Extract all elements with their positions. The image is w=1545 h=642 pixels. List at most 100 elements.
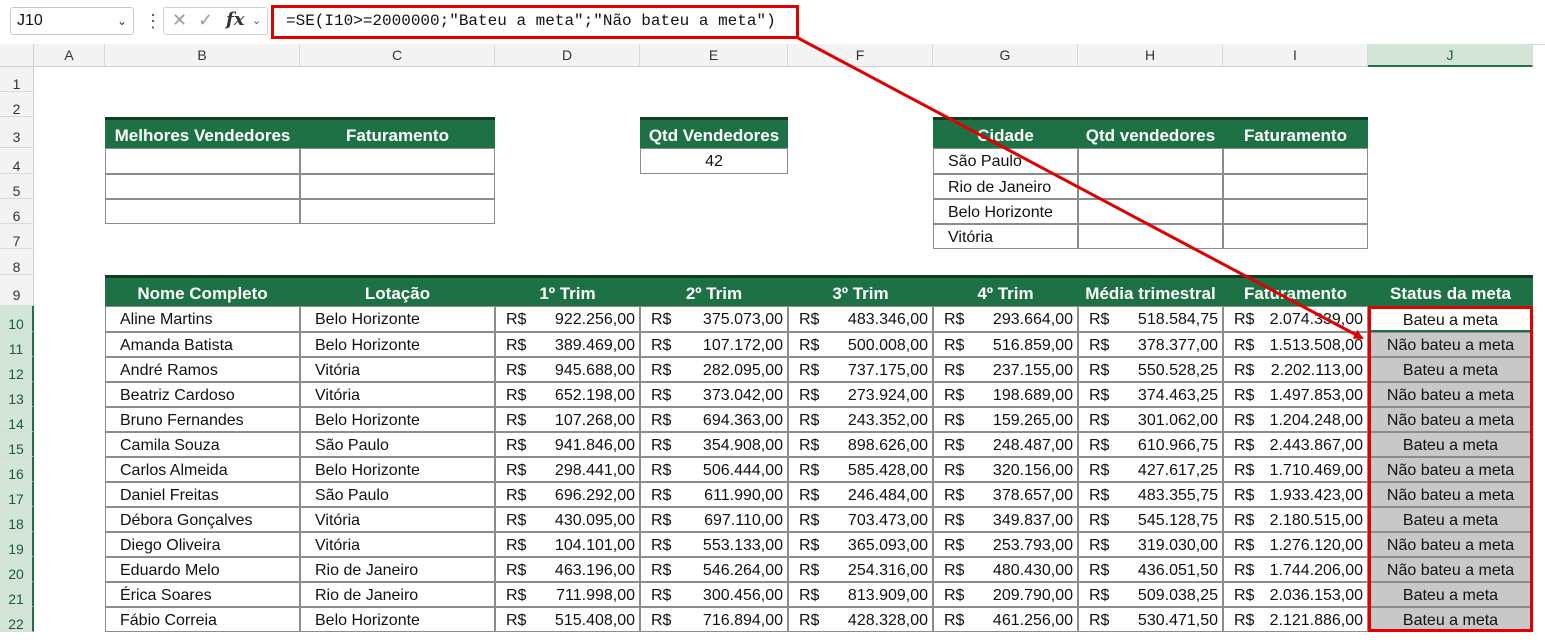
row-header-20[interactable]: 20 <box>0 557 34 582</box>
table-cell-t1[interactable]: R$ 104.101,00 <box>495 532 640 557</box>
main-header-status[interactable]: Status da meta <box>1368 275 1533 306</box>
table-cell-fat[interactable]: R$ 2.074.339,00 <box>1223 306 1368 332</box>
table-cell-status[interactable]: Bateu a meta <box>1368 306 1533 332</box>
column-header-b[interactable]: B <box>105 44 300 67</box>
row-header-19[interactable]: 19 <box>0 532 34 557</box>
best-sellers-cell[interactable] <box>300 148 495 174</box>
table-cell-lotacao[interactable]: São Paulo <box>300 432 495 457</box>
table-cell-t2[interactable]: R$ 697.110,00 <box>640 507 788 532</box>
table-cell-fat[interactable]: R$ 2.036.153,00 <box>1223 582 1368 607</box>
cidades-qtd-cell[interactable] <box>1078 174 1223 199</box>
cidades-qtd-cell[interactable] <box>1078 199 1223 224</box>
table-cell-t1[interactable]: R$ 941.846,00 <box>495 432 640 457</box>
table-cell-t4[interactable]: R$ 237.155,00 <box>933 357 1078 382</box>
table-cell-t1[interactable]: R$ 107.268,00 <box>495 407 640 432</box>
table-cell-nome[interactable]: Camila Souza <box>105 432 300 457</box>
table-cell-t1[interactable]: R$ 922.256,00 <box>495 306 640 332</box>
table-cell-t3[interactable]: R$ 246.484,00 <box>788 482 933 507</box>
formula-input[interactable]: =SE(I10>=2000000;"Bateu a meta";"Não bat… <box>276 7 1536 35</box>
table-cell-t3[interactable]: R$ 254.316,00 <box>788 557 933 582</box>
row-header-6[interactable]: 6 <box>0 199 34 224</box>
table-cell-lotacao[interactable]: Belo Horizonte <box>300 332 495 357</box>
best-sellers-cell[interactable] <box>300 174 495 199</box>
row-header-1[interactable]: 1 <box>0 67 34 92</box>
table-cell-t2[interactable]: R$ 506.444,00 <box>640 457 788 482</box>
table-cell-t1[interactable]: R$ 652.198,00 <box>495 382 640 407</box>
best-sellers-cell[interactable] <box>105 199 300 224</box>
table-cell-lotacao[interactable]: Belo Horizonte <box>300 607 495 632</box>
table-cell-t3[interactable]: R$ 243.352,00 <box>788 407 933 432</box>
table-cell-media[interactable]: R$ 427.617,25 <box>1078 457 1223 482</box>
table-cell-media[interactable]: R$ 545.128,75 <box>1078 507 1223 532</box>
table-cell-fat[interactable]: R$ 1.497.853,00 <box>1223 382 1368 407</box>
main-header-lotacao[interactable]: Lotação <box>300 275 495 306</box>
row-header-13[interactable]: 13 <box>0 382 34 407</box>
row-header-9[interactable]: 9 <box>0 275 34 306</box>
row-header-5[interactable]: 5 <box>0 174 34 199</box>
cidades-revenue-cell[interactable] <box>1223 224 1368 249</box>
main-header-t1[interactable]: 1º Trim <box>495 275 640 306</box>
cidades-city-cell[interactable]: São Paulo <box>933 148 1078 174</box>
table-cell-t1[interactable]: R$ 515.408,00 <box>495 607 640 632</box>
table-cell-fat[interactable]: R$ 1.710.469,00 <box>1223 457 1368 482</box>
table-cell-t4[interactable]: R$ 378.657,00 <box>933 482 1078 507</box>
table-cell-media[interactable]: R$ 530.471,50 <box>1078 607 1223 632</box>
row-header-16[interactable]: 16 <box>0 457 34 482</box>
table-cell-nome[interactable]: Aline Martins <box>105 306 300 332</box>
table-cell-fat[interactable]: R$ 1.933.423,00 <box>1223 482 1368 507</box>
table-cell-lotacao[interactable]: Belo Horizonte <box>300 306 495 332</box>
table-cell-status[interactable]: Não bateu a meta <box>1368 382 1533 407</box>
table-cell-t2[interactable]: R$ 300.456,00 <box>640 582 788 607</box>
table-cell-media[interactable]: R$ 378.377,00 <box>1078 332 1223 357</box>
table-cell-nome[interactable]: Fábio Correia <box>105 607 300 632</box>
table-cell-fat[interactable]: R$ 1.204.248,00 <box>1223 407 1368 432</box>
table-cell-fat[interactable]: R$ 1.744.206,00 <box>1223 557 1368 582</box>
table-cell-lotacao[interactable]: Vitória <box>300 532 495 557</box>
table-cell-status[interactable]: Não bateu a meta <box>1368 532 1533 557</box>
table-cell-t2[interactable]: R$ 282.095,00 <box>640 357 788 382</box>
row-header-3[interactable]: 3 <box>0 117 34 148</box>
cidades-revenue-cell[interactable] <box>1223 148 1368 174</box>
table-cell-status[interactable]: Não bateu a meta <box>1368 332 1533 357</box>
table-cell-t4[interactable]: R$ 293.664,00 <box>933 306 1078 332</box>
table-cell-t1[interactable]: R$ 389.469,00 <box>495 332 640 357</box>
table-cell-fat[interactable]: R$ 2.121.886,00 <box>1223 607 1368 632</box>
table-cell-t2[interactable]: R$ 553.133,00 <box>640 532 788 557</box>
table-cell-nome[interactable]: Amanda Batista <box>105 332 300 357</box>
cidades-revenue-cell[interactable] <box>1223 199 1368 224</box>
row-header-2[interactable]: 2 <box>0 92 34 117</box>
cidades-city-cell[interactable]: Belo Horizonte <box>933 199 1078 224</box>
table-cell-status[interactable]: Bateu a meta <box>1368 607 1533 632</box>
table-cell-lotacao[interactable]: Belo Horizonte <box>300 407 495 432</box>
column-header-j[interactable]: J <box>1368 44 1533 67</box>
table-cell-t3[interactable]: R$ 365.093,00 <box>788 532 933 557</box>
table-cell-media[interactable]: R$ 509.038,25 <box>1078 582 1223 607</box>
table-cell-nome[interactable]: Érica Soares <box>105 582 300 607</box>
table-cell-nome[interactable]: Diego Oliveira <box>105 532 300 557</box>
column-header-h[interactable]: H <box>1078 44 1223 67</box>
table-cell-t2[interactable]: R$ 694.363,00 <box>640 407 788 432</box>
table-cell-t4[interactable]: R$ 349.837,00 <box>933 507 1078 532</box>
select-all-corner[interactable] <box>0 44 34 67</box>
table-cell-t1[interactable]: R$ 298.441,00 <box>495 457 640 482</box>
table-cell-media[interactable]: R$ 319.030,00 <box>1078 532 1223 557</box>
table-cell-media[interactable]: R$ 610.966,75 <box>1078 432 1223 457</box>
table-cell-t1[interactable]: R$ 463.196,00 <box>495 557 640 582</box>
row-header-12[interactable]: 12 <box>0 357 34 382</box>
table-cell-lotacao[interactable]: Vitória <box>300 507 495 532</box>
table-cell-t3[interactable]: R$ 273.924,00 <box>788 382 933 407</box>
table-cell-lotacao[interactable]: Rio de Janeiro <box>300 557 495 582</box>
best-sellers-cell[interactable] <box>105 148 300 174</box>
table-cell-t1[interactable]: R$ 430.095,00 <box>495 507 640 532</box>
column-header-e[interactable]: E <box>640 44 788 67</box>
qtd-vendedores-header[interactable]: Qtd Vendedores <box>640 117 788 148</box>
table-cell-status[interactable]: Bateu a meta <box>1368 582 1533 607</box>
cidades-qtd-cell[interactable] <box>1078 224 1223 249</box>
table-cell-t1[interactable]: R$ 696.292,00 <box>495 482 640 507</box>
table-cell-t1[interactable]: R$ 711.998,00 <box>495 582 640 607</box>
cidades-city-cell[interactable]: Rio de Janeiro <box>933 174 1078 199</box>
table-cell-nome[interactable]: Eduardo Melo <box>105 557 300 582</box>
table-cell-media[interactable]: R$ 518.584,75 <box>1078 306 1223 332</box>
table-cell-status[interactable]: Não bateu a meta <box>1368 407 1533 432</box>
table-cell-status[interactable]: Não bateu a meta <box>1368 457 1533 482</box>
